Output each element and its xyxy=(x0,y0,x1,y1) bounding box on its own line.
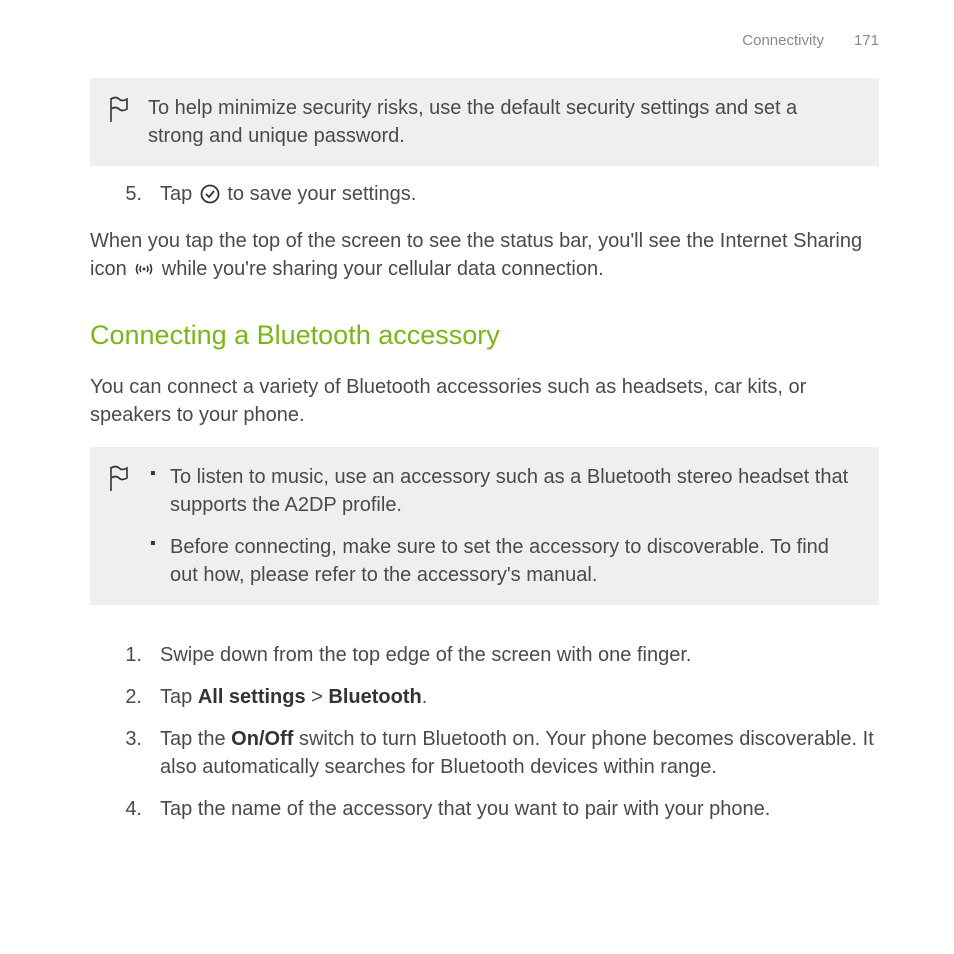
callout-list: To listen to music, use an accessory suc… xyxy=(148,463,855,589)
step-text-before: Tap xyxy=(160,183,198,205)
flag-icon xyxy=(108,465,130,493)
step-5: 5. Tap to save your settings. xyxy=(116,180,879,209)
bluetooth-label: Bluetooth xyxy=(328,686,421,708)
bluetooth-tips-callout: To listen to music, use an accessory suc… xyxy=(90,447,879,605)
step-number: 1. xyxy=(116,641,142,669)
step-content: Tap the On/Off switch to turn Bluetooth … xyxy=(160,725,879,781)
step-content: Tap All settings > Bluetooth. xyxy=(160,683,879,711)
broadcast-icon xyxy=(134,255,154,283)
step-2: 2. Tap All settings > Bluetooth. xyxy=(116,683,879,711)
page-number: 171 xyxy=(854,30,879,51)
text: Tap the xyxy=(160,728,231,750)
section-heading: Connecting a Bluetooth accessory xyxy=(90,317,879,355)
page-header: Connectivity 171 xyxy=(742,30,879,51)
text: Tap xyxy=(160,686,198,708)
flag-icon xyxy=(108,96,130,124)
internet-sharing-paragraph: When you tap the top of the screen to se… xyxy=(90,227,879,284)
step-number: 5. xyxy=(116,180,142,209)
step-number: 2. xyxy=(116,683,142,711)
step-number: 4. xyxy=(116,795,142,823)
step-content: Tap to save your settings. xyxy=(160,180,879,209)
callout-bullet-1: To listen to music, use an accessory suc… xyxy=(148,463,855,519)
bluetooth-intro-paragraph: You can connect a variety of Bluetooth a… xyxy=(90,373,879,429)
step-1: 1. Swipe down from the top edge of the s… xyxy=(116,641,879,669)
on-off-label: On/Off xyxy=(231,728,293,750)
callout-text: To help minimize security risks, use the… xyxy=(148,94,855,150)
text: . xyxy=(422,686,428,708)
text: > xyxy=(306,686,329,708)
all-settings-label: All settings xyxy=(198,686,306,708)
step-number: 3. xyxy=(116,725,142,781)
step-content: Tap the name of the accessory that you w… xyxy=(160,795,879,823)
step-content: Swipe down from the top edge of the scre… xyxy=(160,641,879,669)
check-circle-icon xyxy=(200,181,220,209)
step-text-after: to save your settings. xyxy=(222,183,417,205)
para-text-after: while you're sharing your cellular data … xyxy=(156,258,603,280)
callout-bullet-2: Before connecting, make sure to set the … xyxy=(148,533,855,589)
section-label: Connectivity xyxy=(742,30,824,51)
step-4: 4. Tap the name of the accessory that yo… xyxy=(116,795,879,823)
security-tip-callout: To help minimize security risks, use the… xyxy=(90,78,879,166)
step-3: 3. Tap the On/Off switch to turn Bluetoo… xyxy=(116,725,879,781)
